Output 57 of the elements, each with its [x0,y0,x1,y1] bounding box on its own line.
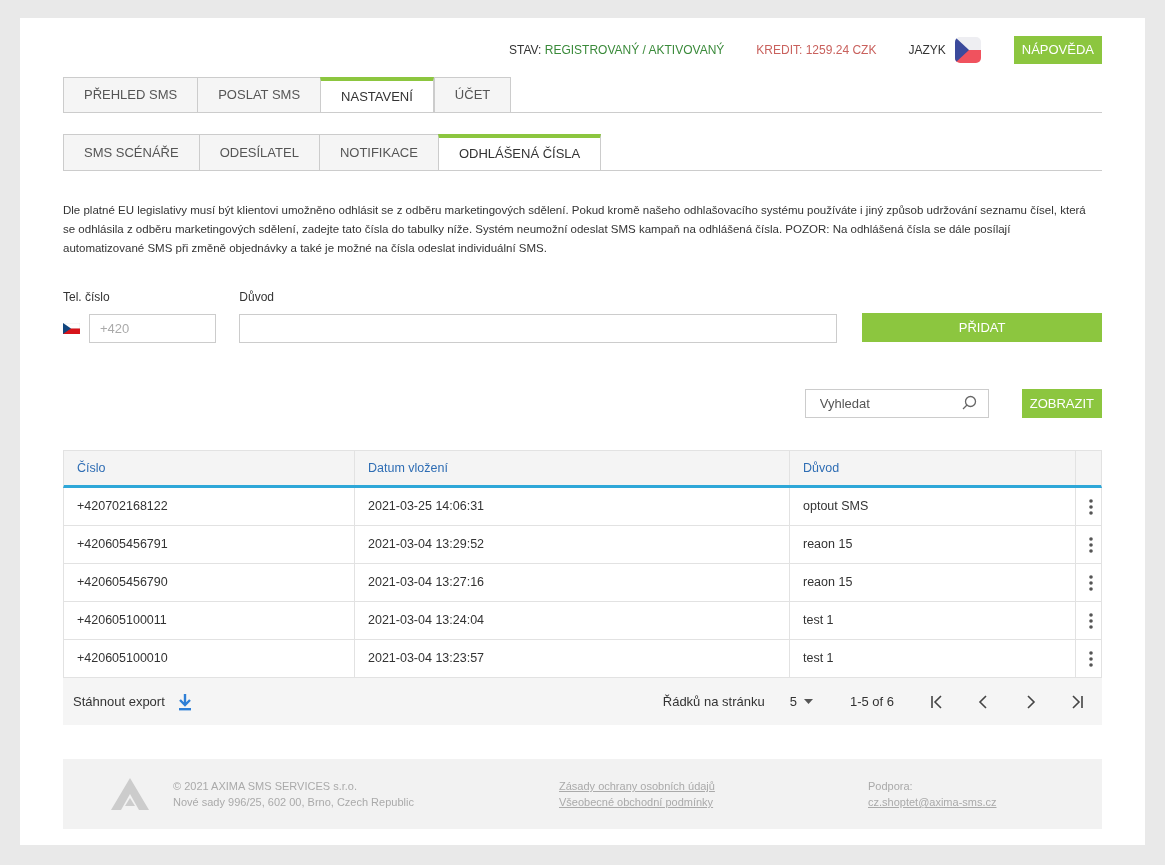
next-page-icon[interactable] [1026,694,1036,709]
flag-icon[interactable] [954,37,981,63]
first-page-icon[interactable] [930,694,944,709]
page-range: 1-5 of 6 [849,692,894,711]
company-address: Nové sady 996/25, 602 00, Brno, Czech Republic [173,795,415,810]
phone-input[interactable]: +420 [89,314,216,343]
table-cell: 2021-03-04 13:29:52 [355,526,790,563]
table-cell: +420605100011 [64,602,355,639]
table-cell: +420605100010 [64,640,355,677]
table-cell: +420702168122 [64,488,355,525]
rows-per-page-select[interactable]: 5 [789,691,813,712]
more-options-icon[interactable] [1089,574,1093,591]
logo-icon [111,778,149,810]
support-label: Podpora: [868,779,914,794]
table-cell: test 1 [790,602,1076,639]
column-header[interactable]: Důvod [790,451,1076,485]
more-options-icon[interactable] [1089,536,1093,553]
caret-icon [803,699,813,704]
column-header[interactable]: Datum vložení [355,451,790,485]
language-label: JAZYK [908,42,946,59]
export-link[interactable]: Stáhnout export [73,691,165,712]
table-cell: 2021-03-04 13:24:04 [355,602,790,639]
download-icon[interactable] [177,692,192,711]
account-status: STAV: REGISTROVANÝ / AKTIVOVANÝ [508,41,725,59]
previous-page-icon[interactable] [978,694,988,709]
column-header[interactable]: Číslo [64,451,355,485]
field-label: Důvod [239,289,275,306]
table-cell: 2021-03-25 14:06:31 [355,488,790,525]
table-cell: reaon 15 [790,526,1076,563]
company-name: © 2021 AXIMA SMS SERVICES s.r.o. [173,779,358,794]
tab[interactable]: PŘEHLED SMS [63,77,198,112]
table-cell: 2021-03-04 13:23:57 [355,640,790,677]
info-paragraph: Dle platné EU legislativy musí být klientovi umožněno odhlásit se z odběru marketingových sdělení. Pokud kromě našeho odhlašovacího systému používáte i jiný způsob udržování seznamu čísel, která se odhlásila z odběru marketingových sdělení, zadejte tato čísla do tabulky níže. Systém neumožní odeslat SMS kampaň na odhlášená čísla. POZOR: Na odhlášená čísla se dále posílají automatizované SMS při změně objednávky a také je možné na čísla odeslat individuální SMS. [63,203,1087,256]
tab[interactable]: NOTIFIKACE [318,134,438,170]
flag-icon [63,323,80,334]
table-cell: 2021-03-04 13:27:16 [355,564,790,601]
table-cell: optout SMS [790,488,1076,525]
credit-balance: KREDIT: 1259.24 CZK [756,42,877,59]
more-options-icon[interactable] [1089,612,1093,629]
table-cell: reaon 15 [790,564,1076,601]
tab[interactable]: SMS SCÉNÁŘE [63,134,199,170]
more-options-icon[interactable] [1089,498,1093,515]
rows-per-page-label: Řádků na stránku [662,692,765,711]
more-options-icon[interactable] [1089,650,1093,667]
field-label: Tel. číslo [63,289,111,306]
tab[interactable]: ÚČET [433,77,512,112]
table-cell: test 1 [790,640,1076,677]
tab[interactable]: POSLAT SMS [197,77,321,112]
tab[interactable]: ODHLÁŠENÁ ČÍSLA [437,134,602,170]
search-icon [960,395,977,411]
search-field[interactable]: Vyhledat [804,389,989,418]
table-cell: +420605456791 [64,526,355,563]
last-page-icon[interactable] [1070,694,1084,709]
tab[interactable]: NASTAVENÍ [320,77,434,112]
tab[interactable]: ODESÍLATEL [198,134,319,170]
table-cell: +420605456790 [64,564,355,601]
reason-input[interactable] [239,314,838,343]
